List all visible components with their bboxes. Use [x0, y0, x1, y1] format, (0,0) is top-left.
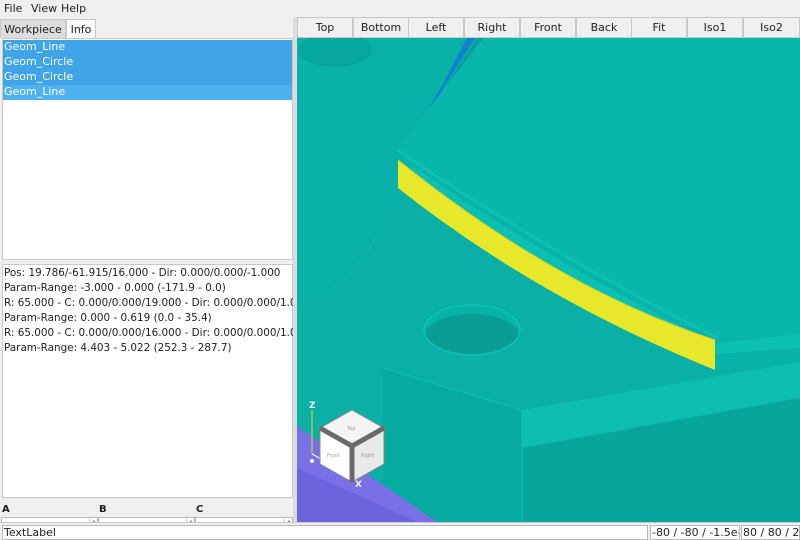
view-iso2-button[interactable]: Iso2: [743, 17, 800, 38]
view-toolbar: Top Bottom Left Right Front Back Fit Iso…: [297, 17, 800, 38]
viewcube-right-label: Right: [361, 453, 374, 459]
view-back-button[interactable]: Back: [576, 17, 632, 38]
origin-point: [310, 459, 314, 463]
axis-z-label: Z: [309, 401, 316, 411]
tab-workpiece[interactable]: Workpiece: [0, 19, 66, 38]
left-panel: Workpiece Info Geom_Line Geom_Circle Geo…: [0, 17, 310, 535]
3d-viewport[interactable]: Z X Top Front Right: [297, 38, 800, 522]
field-a-label: A: [2, 504, 10, 515]
list-item[interactable]: Geom_Line: [3, 85, 292, 100]
info-line: Param-Range: 0.000 - 0.619 (0.0 - 35.4): [4, 312, 212, 324]
status-dimensions: 80 / 80 / 20: [741, 525, 800, 540]
info-line: Pos: 19.786/-61.915/16.000 - Dir: 0.000/…: [4, 267, 281, 279]
info-line: Param-Range: -3.000 - 0.000 (-171.9 - 0.…: [4, 282, 226, 294]
info-line: R: 65.000 - C: 0.000/0.000/19.000 - Dir:…: [4, 297, 310, 309]
tab-info[interactable]: Info: [66, 19, 96, 38]
view-left-button[interactable]: Left: [408, 17, 464, 38]
view-iso1-button[interactable]: Iso1: [687, 17, 743, 38]
view-bottom-button[interactable]: Bottom: [353, 17, 409, 38]
list-item[interactable]: Geom_Circle: [3, 70, 292, 85]
info-text-box[interactable]: Pos: 19.786/-61.915/16.000 - Dir: 0.000/…: [2, 264, 310, 498]
view-right-button[interactable]: Right: [464, 17, 520, 38]
menu-file[interactable]: File: [4, 2, 22, 15]
list-item[interactable]: Geom_Line: [3, 40, 292, 55]
list-item[interactable]: Geom_Circle: [3, 55, 292, 70]
viewcube[interactable]: Z X Top Front Right: [303, 396, 395, 492]
menu-help[interactable]: Help: [61, 2, 86, 15]
viewcube-top-label: Top: [346, 426, 355, 432]
field-c-label: C: [196, 504, 204, 515]
info-line: Param-Range: 4.403 - 5.022 (252.3 - 287.…: [4, 342, 232, 354]
status-bar: TextLabel -80 / -80 / -1.5e-07 80 / 80 /…: [0, 522, 800, 540]
menu-bar: File View Help: [0, 0, 800, 17]
field-b-label: B: [99, 504, 107, 515]
viewcube-front-label: Front: [327, 453, 340, 459]
status-text-label: TextLabel: [2, 525, 648, 540]
view-top-button[interactable]: Top: [297, 17, 353, 38]
view-fit-button[interactable]: Fit: [631, 17, 687, 38]
status-coordinates: -80 / -80 / -1.5e-07: [650, 525, 740, 540]
selection-list: Geom_Line Geom_Circle Geom_Circle Geom_L…: [2, 38, 293, 260]
menu-view[interactable]: View: [31, 2, 57, 15]
view-front-button[interactable]: Front: [520, 17, 576, 38]
info-line: R: 65.000 - C: 0.000/0.000/16.000 - Dir:…: [4, 327, 310, 339]
axis-x-label: X: [355, 480, 362, 490]
